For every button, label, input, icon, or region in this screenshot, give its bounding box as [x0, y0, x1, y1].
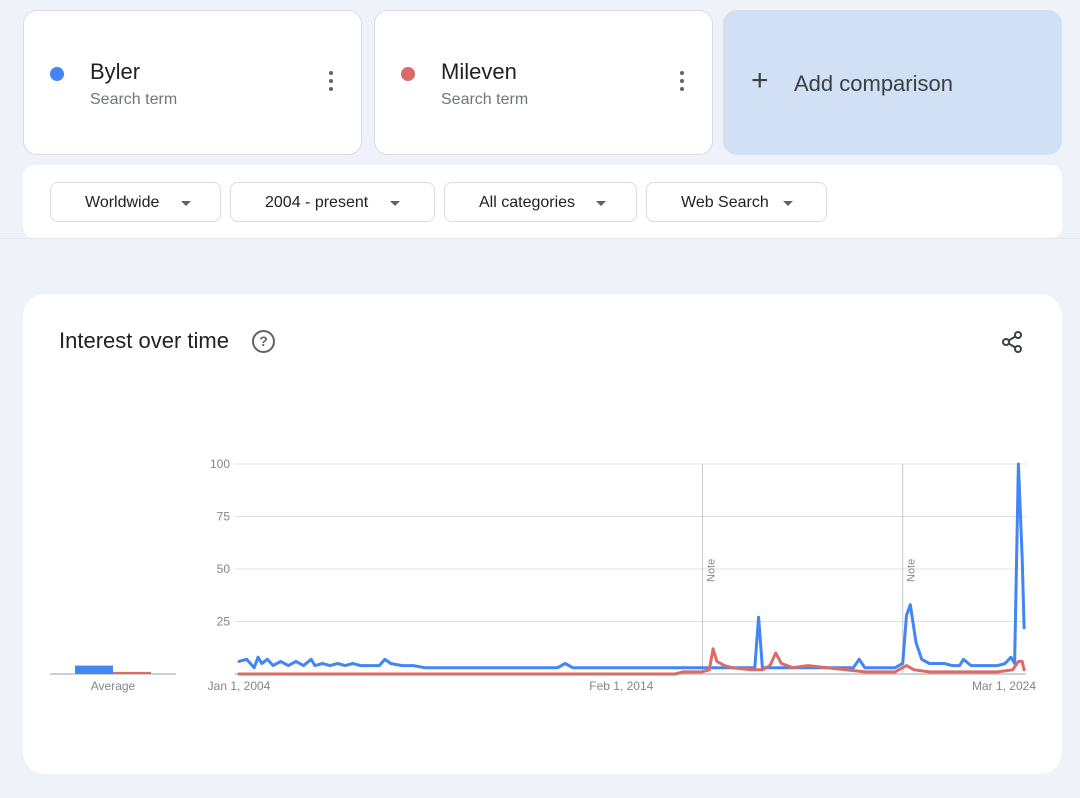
y-tick-label: 50	[217, 562, 231, 576]
y-tick-label: 100	[210, 457, 230, 471]
average-label: Average	[91, 679, 136, 693]
term-subtitle: Search term	[90, 91, 178, 108]
term-card-mileven[interactable]: Mileven Search term	[374, 10, 713, 155]
average-bar-mileven	[113, 671, 151, 674]
region-label: Worldwide	[85, 194, 160, 211]
note-label: Note	[705, 559, 717, 582]
interest-chart: 100 75 50 25 Note Note Jan 1, 2004 Feb 1, 2014 M…	[50, 457, 1036, 693]
category-dropdown[interactable]: All categories	[444, 182, 637, 222]
term-color-dot	[50, 67, 64, 81]
term-card-byler[interactable]: Byler Search term	[23, 10, 362, 155]
x-tick-label: Mar 1, 2024	[972, 679, 1036, 693]
caret-down-icon	[596, 201, 606, 206]
series-line-mileven	[237, 647, 1026, 676]
caret-down-icon	[181, 201, 191, 206]
filter-bar: Worldwide 2004 - present All categories …	[23, 165, 1062, 238]
y-tick-label: 75	[217, 510, 231, 524]
plus-icon: +	[751, 64, 769, 97]
add-comparison-button[interactable]: + Add comparison	[723, 10, 1062, 155]
note-label: Note	[906, 559, 918, 582]
term-subtitle: Search term	[441, 91, 529, 108]
average-bar-byler	[75, 665, 113, 674]
time-range-label: 2004 - present	[265, 194, 369, 211]
search-type-dropdown[interactable]: Web Search	[646, 182, 827, 222]
term-name[interactable]: Byler	[90, 59, 140, 85]
section-divider	[0, 238, 1080, 239]
x-tick-label: Jan 1, 2004	[208, 679, 271, 693]
caret-down-icon	[390, 201, 400, 206]
search-type-label: Web Search	[681, 194, 769, 211]
interest-over-time-card: Interest over time ? 100 75 50 25 Note Note Ja…	[23, 294, 1062, 774]
y-tick-label: 25	[217, 615, 231, 629]
more-vert-icon[interactable]	[673, 71, 691, 97]
x-tick-label: Feb 1, 2014	[589, 679, 653, 693]
add-comparison-label: Add comparison	[794, 71, 953, 96]
caret-down-icon	[783, 201, 793, 206]
more-vert-icon[interactable]	[322, 71, 340, 97]
term-name[interactable]: Mileven	[441, 59, 517, 85]
category-label: All categories	[479, 194, 576, 211]
time-range-dropdown[interactable]: 2004 - present	[230, 182, 435, 222]
term-color-dot	[401, 67, 415, 81]
region-dropdown[interactable]: Worldwide	[50, 182, 221, 222]
